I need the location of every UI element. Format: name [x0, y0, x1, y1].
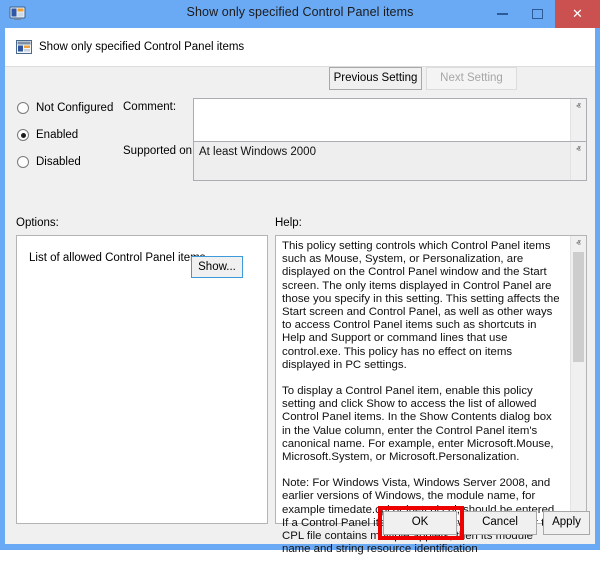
close-icon: ✕: [572, 6, 583, 22]
help-scroll-up-icon[interactable]: ⱏ: [571, 236, 586, 251]
supported-on-scroll-down-icon[interactable]: ⱟ: [571, 165, 586, 180]
radio-disabled-indicator: [17, 156, 29, 168]
radio-enabled-indicator: [17, 129, 29, 141]
comment-label: Comment:: [123, 101, 176, 113]
comment-scroll-up-icon[interactable]: ⱏ: [571, 99, 586, 114]
setting-header: Show only specified Control Panel items: [5, 28, 595, 67]
options-panel: List of allowed Control Panel items: [16, 235, 268, 524]
radio-not-configured[interactable]: Not Configured: [17, 102, 113, 114]
minimize-icon: [497, 13, 508, 15]
next-setting-button[interactable]: Next Setting: [426, 67, 517, 90]
title-bar: Show only specified Control Panel items …: [0, 0, 600, 28]
options-label: Options:: [16, 217, 59, 229]
window-controls: ✕: [485, 0, 600, 28]
policy-setting-icon: [16, 39, 32, 55]
minimize-button[interactable]: [485, 0, 520, 28]
radio-not-configured-label: Not Configured: [36, 102, 113, 114]
apply-button[interactable]: Apply: [543, 511, 590, 535]
radio-enabled[interactable]: Enabled: [17, 129, 78, 141]
supported-on-scrollbar[interactable]: ⱏ ⱟ: [570, 142, 586, 180]
supported-on-field[interactable]: At least Windows 2000 ⱏ ⱟ: [193, 141, 587, 181]
maximize-icon: [532, 9, 543, 19]
cancel-button[interactable]: Cancel: [463, 511, 537, 535]
help-label: Help:: [275, 217, 302, 229]
comment-scrollbar[interactable]: ⱏ ⱟ: [570, 99, 586, 145]
close-button[interactable]: ✕: [555, 0, 600, 28]
radio-disabled-label: Disabled: [36, 156, 81, 168]
ok-button[interactable]: OK: [383, 511, 457, 535]
radio-disabled[interactable]: Disabled: [17, 156, 81, 168]
supported-on-scroll-up-icon[interactable]: ⱏ: [571, 142, 586, 157]
help-paragraph-2: To display a Control Panel item, enable …: [282, 385, 560, 464]
help-paragraph-1: This policy setting controls which Contr…: [282, 240, 560, 372]
show-button[interactable]: Show...: [191, 256, 243, 278]
help-scroll-thumb[interactable]: [573, 252, 584, 362]
help-scrollbar[interactable]: ⱏ ⱟ: [570, 236, 586, 523]
maximize-button[interactable]: [520, 0, 555, 28]
radio-not-configured-indicator: [17, 102, 29, 114]
supported-on-label: Supported on:: [123, 145, 195, 157]
help-panel: This policy setting controls which Contr…: [275, 235, 587, 524]
setting-title: Show only specified Control Panel items: [39, 41, 244, 53]
previous-setting-button[interactable]: Previous Setting: [329, 67, 422, 90]
comment-input[interactable]: ⱏ ⱟ: [193, 98, 587, 146]
option-item-label: List of allowed Control Panel items: [29, 252, 205, 264]
dialog-client-area: Show only specified Control Panel items …: [5, 28, 595, 544]
supported-on-value: At least Windows 2000: [199, 146, 566, 158]
radio-enabled-label: Enabled: [36, 129, 78, 141]
dialog-window: Show only specified Control Panel items …: [0, 0, 600, 550]
